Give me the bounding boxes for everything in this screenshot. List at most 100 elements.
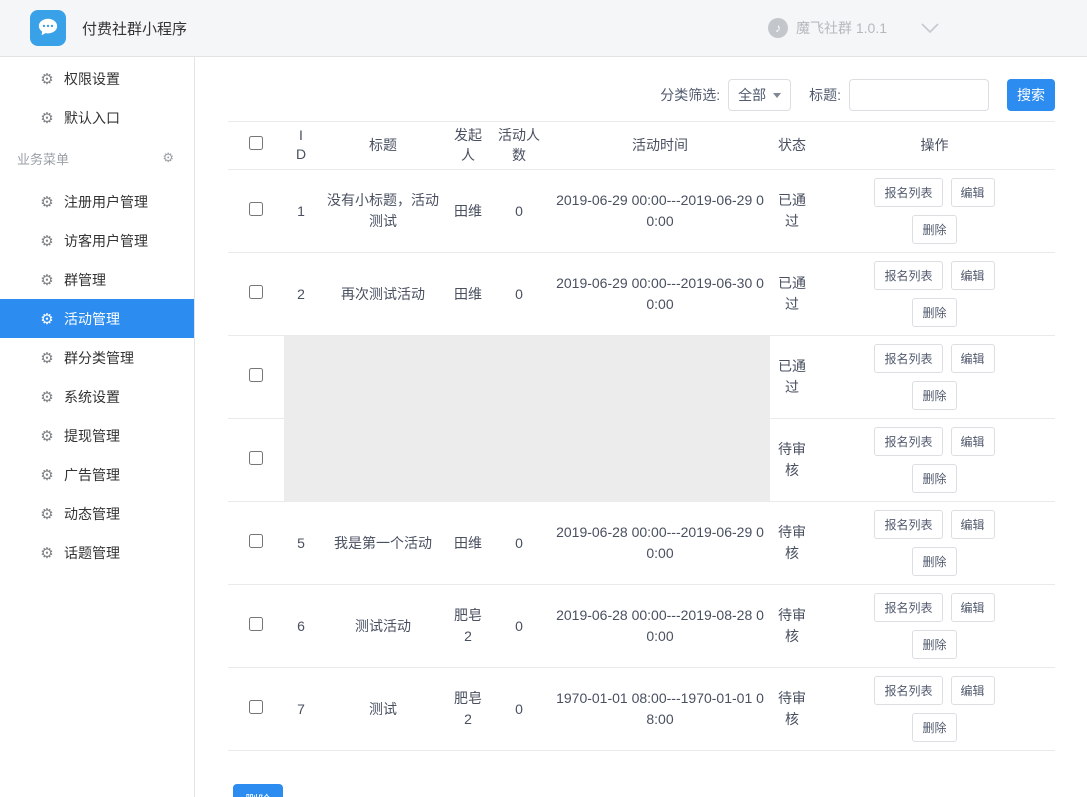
row-actions: 报名列表 编辑 删除 (869, 427, 1001, 493)
edit-button[interactable]: 编辑 (951, 593, 995, 622)
row-delete-button[interactable]: 删除 (912, 298, 956, 327)
cell-id: 2 (284, 253, 318, 336)
sidebar-item-群管理[interactable]: ⚙ 群管理 (0, 260, 194, 299)
sidebar-item-动态管理[interactable]: ⚙ 动态管理 (0, 494, 194, 533)
sidebar-item-label: 动态管理 (64, 504, 120, 524)
cell-title (318, 336, 448, 419)
row-checkbox[interactable] (249, 368, 263, 382)
signup-list-button[interactable]: 报名列表 (874, 510, 942, 539)
app-header: 付费社群小程序 ♪ 魔飞社群 1.0.1 (0, 0, 1087, 57)
row-delete-button[interactable]: 删除 (912, 713, 956, 742)
row-delete-button[interactable]: 删除 (912, 547, 956, 576)
title-filter-label: 标题: (809, 85, 841, 105)
cell-initiator (448, 336, 488, 419)
cell-title: 没有小标题，活动测试 (318, 170, 448, 253)
edit-button[interactable]: 编辑 (951, 344, 995, 373)
cell-count (488, 336, 550, 419)
cell-time: 2019-06-28 00:00---2019-08-28 00:00 (550, 585, 770, 668)
cell-count: 0 (488, 585, 550, 668)
category-select[interactable]: 全部 (728, 79, 791, 111)
sidebar-item-访客用户管理[interactable]: ⚙ 访客用户管理 (0, 221, 194, 260)
sidebar-item-群分类管理[interactable]: ⚙ 群分类管理 (0, 338, 194, 377)
gear-icon: ⚙ (38, 193, 56, 211)
cell-title: 测试 (318, 668, 448, 751)
app-logo (30, 10, 66, 46)
row-delete-button[interactable]: 删除 (912, 630, 956, 659)
sidebar-item-默认入口[interactable]: ⚙ 默认入口 (0, 98, 194, 137)
cell-id: 1 (284, 170, 318, 253)
gear-icon[interactable]: ⚙ (162, 150, 174, 166)
sidebar-item-系统设置[interactable]: ⚙ 系统设置 (0, 377, 194, 416)
filter-bar: 分类筛选: 全部 标题: 搜索 (228, 79, 1055, 111)
cell-id: 5 (284, 502, 318, 585)
search-button[interactable]: 搜索 (1007, 79, 1055, 111)
cell-status: 已通过 (770, 170, 814, 253)
sidebar-item-注册用户管理[interactable]: ⚙ 注册用户管理 (0, 182, 194, 221)
sidebar-item-label: 群管理 (64, 270, 106, 290)
row-actions: 报名列表 编辑 删除 (869, 344, 1001, 410)
cell-status: 待审核 (770, 585, 814, 668)
edit-button[interactable]: 编辑 (951, 676, 995, 705)
chevron-down-icon[interactable] (921, 23, 939, 34)
sidebar-section-header: 业务菜单 ⚙ (0, 139, 194, 177)
cell-checkbox (228, 502, 284, 585)
bulk-delete-button[interactable]: 删除 (233, 784, 283, 797)
cell-id: 7 (284, 668, 318, 751)
sidebar-item-label: 话题管理 (64, 543, 120, 563)
row-checkbox[interactable] (249, 534, 263, 548)
sidebar-item-话题管理[interactable]: ⚙ 话题管理 (0, 533, 194, 572)
cell-time: 2019-06-28 00:00---2019-06-29 00:00 (550, 502, 770, 585)
sidebar-item-广告管理[interactable]: ⚙ 广告管理 (0, 455, 194, 494)
edit-button[interactable]: 编辑 (951, 510, 995, 539)
select-all-checkbox[interactable] (249, 136, 263, 150)
app-title: 付费社群小程序 (82, 18, 187, 39)
signup-list-button[interactable]: 报名列表 (874, 178, 942, 207)
brand-icon: ♪ (768, 18, 788, 38)
sidebar-item-活动管理[interactable]: ⚙ 活动管理 (0, 299, 194, 338)
row-checkbox[interactable] (249, 451, 263, 465)
signup-list-button[interactable]: 报名列表 (874, 676, 942, 705)
row-delete-button[interactable]: 删除 (912, 381, 956, 410)
cell-time (550, 336, 770, 419)
table-row: 待审核 报名列表 编辑 删除 (228, 419, 1055, 502)
signup-list-button[interactable]: 报名列表 (874, 427, 942, 456)
row-actions: 报名列表 编辑 删除 (869, 510, 1001, 576)
row-delete-button[interactable]: 删除 (912, 215, 956, 244)
gear-icon: ⚙ (38, 466, 56, 484)
sidebar-item-权限设置[interactable]: ⚙ 权限设置 (0, 59, 194, 98)
signup-list-button[interactable]: 报名列表 (874, 344, 942, 373)
title-filter-input[interactable] (849, 79, 989, 111)
table-row: 2 再次测试活动 田维 0 2019-06-29 00:00---2019-06… (228, 253, 1055, 336)
cell-actions: 报名列表 编辑 删除 (814, 585, 1055, 668)
cell-checkbox (228, 585, 284, 668)
caret-down-icon (773, 93, 781, 98)
edit-button[interactable]: 编辑 (951, 261, 995, 290)
cell-count: 0 (488, 170, 550, 253)
table-row: 1 没有小标题，活动测试 田维 0 2019-06-29 00:00---201… (228, 170, 1055, 253)
activity-table: ID 标题 发起人 活动人数 活动时间 状态 操作 1 没有小标题，活动测试 田… (228, 121, 1055, 751)
cell-time: 1970-01-01 08:00---1970-01-01 08:00 (550, 668, 770, 751)
gear-icon: ⚙ (38, 427, 56, 445)
table-row: 7 测试 肥皂2 0 1970-01-01 08:00---1970-01-01… (228, 668, 1055, 751)
row-checkbox[interactable] (249, 202, 263, 216)
table-row: 已通过 报名列表 编辑 删除 (228, 336, 1055, 419)
sidebar-item-提现管理[interactable]: ⚙ 提现管理 (0, 416, 194, 455)
row-delete-button[interactable]: 删除 (912, 464, 956, 493)
row-checkbox[interactable] (249, 700, 263, 714)
gear-icon: ⚙ (38, 232, 56, 250)
chat-bubble-icon (37, 16, 59, 41)
row-checkbox[interactable] (249, 285, 263, 299)
cell-title: 我是第一个活动 (318, 502, 448, 585)
row-checkbox[interactable] (249, 617, 263, 631)
edit-button[interactable]: 编辑 (951, 178, 995, 207)
signup-list-button[interactable]: 报名列表 (874, 593, 942, 622)
signup-list-button[interactable]: 报名列表 (874, 261, 942, 290)
edit-button[interactable]: 编辑 (951, 427, 995, 456)
column-header-status: 状态 (770, 122, 814, 170)
sidebar-item-label: 提现管理 (64, 426, 120, 446)
cell-initiator (448, 419, 488, 502)
gear-icon: ⚙ (38, 70, 56, 88)
cell-status: 待审核 (770, 502, 814, 585)
cell-count: 0 (488, 253, 550, 336)
cell-title (318, 419, 448, 502)
